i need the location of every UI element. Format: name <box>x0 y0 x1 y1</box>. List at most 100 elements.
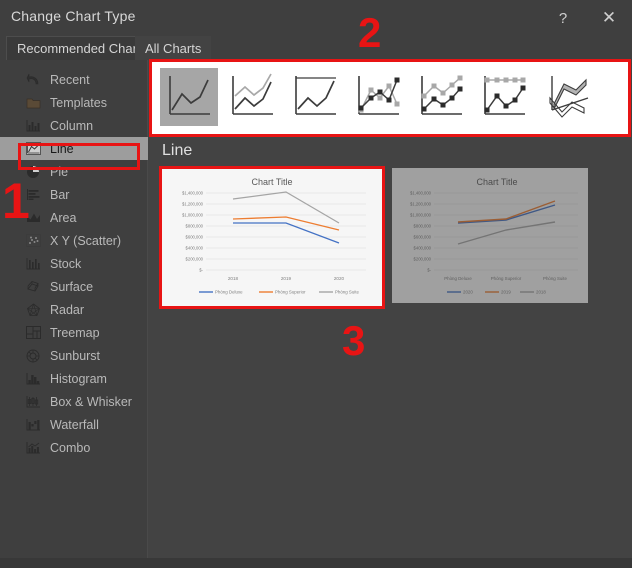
sidebar-item-label: Surface <box>50 279 94 294</box>
line-markers-thumb-icon <box>358 76 400 115</box>
combo-chart-icon <box>20 439 46 457</box>
close-icon[interactable]: ✕ <box>586 0 632 36</box>
sidebar-item-label: Waterfall <box>50 417 99 432</box>
sidebar-item-column[interactable]: Column <box>0 114 148 137</box>
svg-text:2018: 2018 <box>536 290 546 295</box>
svg-text:Phòng Deluxe: Phòng Deluxe <box>215 290 243 295</box>
sidebar-item-surface[interactable]: Surface <box>0 275 148 298</box>
sidebar-item-label: Combo <box>50 440 91 455</box>
box-whisker-icon <box>20 393 46 411</box>
sidebar-item-treemap[interactable]: Treemap <box>0 321 148 344</box>
gallery-item-stacked-line[interactable] <box>223 68 281 126</box>
preview-chart-1: Chart Title $1,400,000 $1,200,000 $1,000… <box>161 168 383 307</box>
section-heading: Line <box>162 142 193 159</box>
svg-text:Phòng Deluxe: Phòng Deluxe <box>444 276 472 281</box>
svg-text:$400,000: $400,000 <box>186 246 204 251</box>
chart-subtype-gallery <box>152 62 628 134</box>
svg-text:$1,400,000: $1,400,000 <box>410 191 432 196</box>
svg-text:Chart Title: Chart Title <box>251 177 292 187</box>
sidebar-item-label: X Y (Scatter) <box>50 233 122 248</box>
svg-text:2020: 2020 <box>334 276 345 281</box>
annotation-number-1: 1 <box>2 173 30 229</box>
svg-text:Chart Title: Chart Title <box>476 177 517 187</box>
svg-text:Phòng Superior: Phòng Superior <box>491 276 522 281</box>
chart-preview-primary[interactable]: Chart Title $1,400,000 $1,200,000 $1,000… <box>161 168 383 307</box>
column-chart-icon <box>20 117 46 135</box>
sidebar-item-label: Column <box>50 118 94 133</box>
svg-text:$800,000: $800,000 <box>414 224 432 229</box>
sidebar-item-line[interactable]: Line <box>0 137 148 160</box>
tab-strip: Recommended Charts All Charts <box>0 36 632 61</box>
histogram-chart-icon <box>20 370 46 388</box>
preview-chart-2: Chart Title $1,400,000 $1,200,000 $1,000… <box>392 168 588 303</box>
svg-text:$600,000: $600,000 <box>414 235 432 240</box>
svg-text:$1,200,000: $1,200,000 <box>410 202 432 207</box>
surface-chart-icon <box>20 278 46 296</box>
svg-text:Phòng Suite: Phòng Suite <box>335 290 359 295</box>
svg-text:$1,200,000: $1,200,000 <box>182 202 204 207</box>
annotation-number-3: 3 <box>342 317 366 364</box>
sidebar-item-histogram[interactable]: Histogram <box>0 367 148 390</box>
svg-text:$1,000,000: $1,000,000 <box>182 213 204 218</box>
sidebar-item-label: Histogram <box>50 371 107 386</box>
sidebar-item-xy-scatter[interactable]: X Y (Scatter) <box>0 229 148 252</box>
sidebar-item-label: Treemap <box>50 325 100 340</box>
svg-text:$600,000: $600,000 <box>186 235 204 240</box>
recent-icon <box>20 71 46 89</box>
line-thumb-icon <box>169 76 210 115</box>
sidebar-item-label: Radar <box>50 302 85 317</box>
stacked-line-thumb-icon <box>232 73 273 115</box>
sidebar-item-waterfall[interactable]: Waterfall <box>0 413 148 436</box>
sidebar-item-stock[interactable]: Stock <box>0 252 148 275</box>
gallery-item-stacked-line-with-markers[interactable] <box>412 68 470 126</box>
svg-text:$200,000: $200,000 <box>414 257 432 262</box>
sidebar-item-label: Recent <box>50 72 90 87</box>
chart-preview-secondary[interactable]: Chart Title $1,400,000 $1,200,000 $1,000… <box>392 168 588 303</box>
sidebar-item-sunburst[interactable]: Sunburst <box>0 344 148 367</box>
sidebar-item-box-whisker[interactable]: Box & Whisker <box>0 390 148 413</box>
stock-chart-icon <box>20 255 46 273</box>
sidebar-item-label: Pie <box>50 164 69 179</box>
sidebar-item-label: Area <box>50 210 77 225</box>
percent-stacked-line-markers-thumb-icon <box>484 76 526 115</box>
3d-line-thumb-icon <box>549 76 589 118</box>
title-bar: Change Chart Type ? ✕ <box>0 0 632 36</box>
svg-text:Phòng Superior: Phòng Superior <box>275 290 306 295</box>
dialog-bottom-bar <box>0 558 632 568</box>
percent-stacked-line-thumb-icon <box>295 76 336 115</box>
change-chart-type-dialog: Change Chart Type ? ✕ Recommended Charts… <box>0 0 632 568</box>
tab-all-charts[interactable]: All Charts <box>135 36 212 61</box>
svg-text:$-: $- <box>427 268 431 273</box>
sunburst-chart-icon <box>20 347 46 365</box>
sidebar-item-label: Line <box>50 141 74 156</box>
svg-text:$1,000,000: $1,000,000 <box>410 213 432 218</box>
svg-text:2020: 2020 <box>463 290 473 295</box>
sidebar-item-combo[interactable]: Combo <box>0 436 148 459</box>
sidebar-item-label: Bar <box>50 187 70 202</box>
svg-text:$400,000: $400,000 <box>414 246 432 251</box>
page-title: Change Chart Type <box>11 8 136 24</box>
chart-type-sidebar: Recent Templates Column Line Pie Bar Are… <box>0 60 148 558</box>
sidebar-item-label: Templates <box>50 95 107 110</box>
sidebar-item-recent[interactable]: Recent <box>0 68 148 91</box>
gallery-item-100-percent-stacked-line-markers[interactable] <box>475 68 533 126</box>
svg-text:2019: 2019 <box>501 290 511 295</box>
sidebar-item-radar[interactable]: Radar <box>0 298 148 321</box>
annotation-number-2: 2 <box>358 9 382 56</box>
treemap-chart-icon <box>20 324 46 342</box>
svg-text:$1,400,000: $1,400,000 <box>182 191 204 196</box>
gallery-item-100-percent-stacked-line[interactable] <box>286 68 344 126</box>
sidebar-item-label: Sunburst <box>50 348 101 363</box>
gallery-item-line[interactable] <box>160 68 218 126</box>
help-icon[interactable]: ? <box>540 0 586 36</box>
gallery-item-line-with-markers[interactable] <box>349 68 407 126</box>
radar-chart-icon <box>20 301 46 319</box>
gallery-item-3d-line[interactable] <box>538 68 596 126</box>
sidebar-item-templates[interactable]: Templates <box>0 91 148 114</box>
scatter-chart-icon <box>20 232 46 250</box>
stacked-line-markers-thumb-icon <box>421 75 463 115</box>
sidebar-item-label: Stock <box>50 256 82 271</box>
waterfall-chart-icon <box>20 416 46 434</box>
svg-text:Phòng Suite: Phòng Suite <box>543 276 567 281</box>
templates-icon <box>20 94 46 112</box>
